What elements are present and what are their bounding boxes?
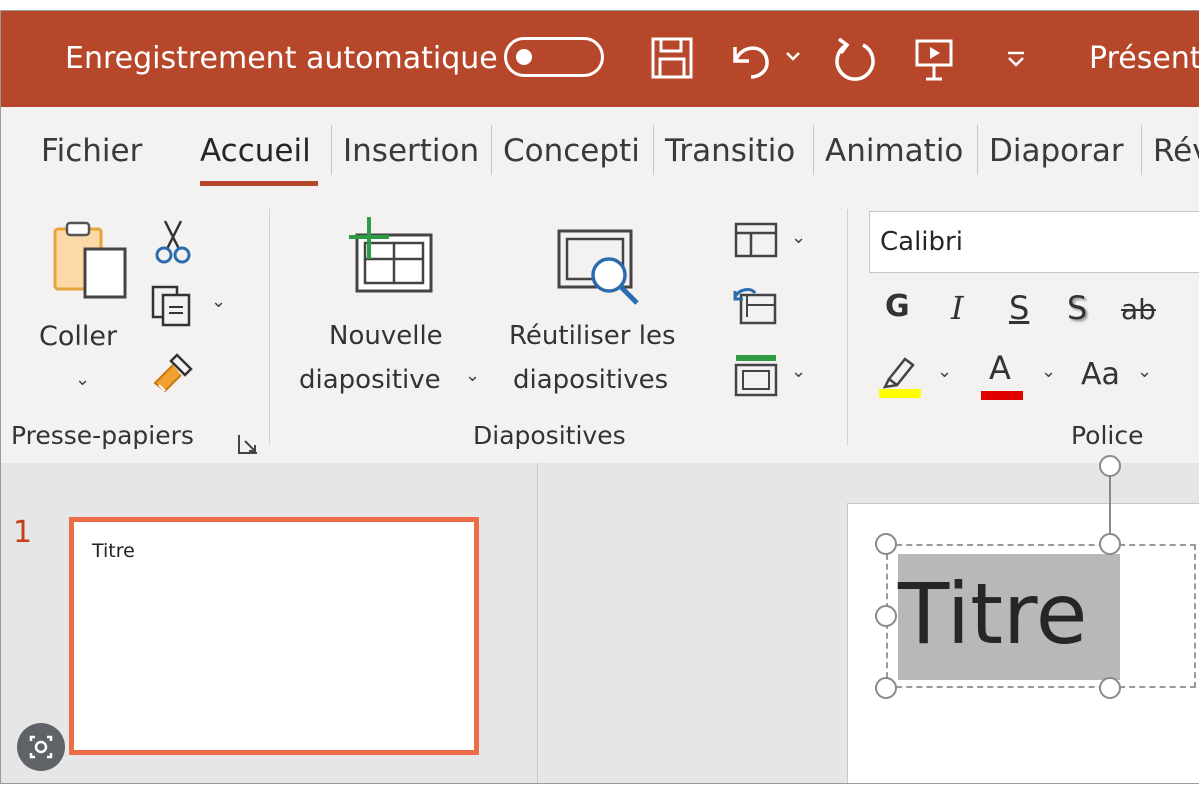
new-slide-icon[interactable] bbox=[347, 215, 437, 299]
resize-handle-bottom-left[interactable] bbox=[875, 677, 897, 699]
reuse-slides-label-line1[interactable]: Réutiliser les bbox=[509, 321, 676, 351]
reset-icon[interactable] bbox=[733, 287, 779, 331]
section-icon[interactable] bbox=[733, 353, 779, 401]
tab-animations[interactable]: Animatio bbox=[825, 133, 963, 169]
tab-diaporama[interactable]: Diaporar bbox=[989, 133, 1124, 169]
tab-fichier[interactable]: Fichier bbox=[41, 133, 142, 169]
tab-divider bbox=[653, 125, 654, 175]
shadow-button[interactable]: S bbox=[1067, 289, 1087, 327]
copy-icon[interactable] bbox=[149, 283, 195, 333]
toggle-knob bbox=[516, 49, 532, 65]
ribbon-home: Coller ⌄ ⌄ Presse-papiers Nouvelle diapo… bbox=[1, 193, 1199, 464]
dialog-launcher-icon[interactable] bbox=[237, 433, 259, 459]
undo-dropdown-icon[interactable] bbox=[785, 47, 801, 66]
autosave-state: off bbox=[537, 44, 538, 45]
tab-divider bbox=[331, 125, 332, 175]
start-from-beginning-icon[interactable] bbox=[911, 35, 957, 87]
slide-thumbnail-pane: 1 Titre bbox=[1, 463, 538, 783]
italic-button[interactable]: I bbox=[951, 289, 964, 327]
slide-title-text[interactable]: Titre bbox=[898, 565, 1087, 663]
font-color-dropdown-icon[interactable]: ⌄ bbox=[1041, 361, 1056, 382]
undo-icon[interactable] bbox=[725, 35, 775, 85]
paste-dropdown-icon[interactable]: ⌄ bbox=[75, 369, 90, 390]
paste-icon[interactable] bbox=[51, 219, 131, 305]
group-label-slides: Diapositives bbox=[473, 421, 626, 450]
redo-icon[interactable] bbox=[829, 35, 881, 91]
underline-button[interactable]: S bbox=[1009, 289, 1029, 327]
tab-insertion[interactable]: Insertion bbox=[343, 133, 479, 169]
tab-conception[interactable]: Concepti bbox=[503, 133, 640, 169]
tab-divider bbox=[1141, 125, 1142, 175]
ribbon-tabs: Fichier Accueil Insertion Concepti Trans… bbox=[1, 107, 1199, 193]
resize-handle-top-left[interactable] bbox=[875, 533, 897, 555]
format-painter-icon[interactable] bbox=[149, 349, 197, 401]
change-case-dropdown-icon[interactable]: ⌄ bbox=[1137, 361, 1152, 382]
tab-revision[interactable]: Rév bbox=[1153, 133, 1199, 169]
slide-thumbnail[interactable]: Titre bbox=[69, 517, 479, 755]
active-tab-indicator bbox=[200, 181, 318, 186]
resize-handle-bottom[interactable] bbox=[1099, 677, 1121, 699]
tab-divider bbox=[977, 125, 978, 175]
cut-icon[interactable] bbox=[153, 219, 193, 269]
highlight-icon[interactable] bbox=[877, 353, 923, 403]
font-color-swatch bbox=[981, 391, 1023, 400]
group-divider bbox=[847, 209, 848, 445]
layout-icon[interactable] bbox=[733, 221, 779, 263]
slide-number: 1 bbox=[13, 515, 33, 550]
save-icon[interactable] bbox=[649, 35, 695, 85]
lens-icon[interactable] bbox=[17, 723, 65, 771]
copy-dropdown-icon[interactable]: ⌄ bbox=[211, 291, 226, 312]
paste-label[interactable]: Coller bbox=[39, 321, 117, 352]
powerpoint-window: Enregistrement automatique off bbox=[0, 10, 1199, 784]
reuse-slides-icon[interactable] bbox=[555, 227, 645, 313]
slide-editor: Titre bbox=[538, 455, 1199, 783]
rotation-handle[interactable] bbox=[1099, 455, 1121, 477]
reuse-slides-label-line2[interactable]: diapositives bbox=[513, 365, 668, 395]
highlight-dropdown-icon[interactable]: ⌄ bbox=[937, 361, 952, 382]
title-bar: Enregistrement automatique off bbox=[1, 11, 1199, 107]
tab-divider bbox=[813, 125, 814, 175]
bold-button[interactable]: G bbox=[885, 289, 910, 324]
customize-toolbar-icon[interactable] bbox=[1005, 51, 1027, 71]
new-slide-dropdown-icon[interactable]: ⌄ bbox=[465, 365, 480, 386]
layout-dropdown-icon[interactable]: ⌄ bbox=[791, 227, 806, 248]
tab-divider bbox=[491, 125, 492, 175]
new-slide-label-line1[interactable]: Nouvelle bbox=[329, 321, 443, 351]
document-title: Présent bbox=[1089, 41, 1199, 76]
change-case-button[interactable]: Aa bbox=[1081, 357, 1120, 392]
font-name-input[interactable]: Calibri bbox=[869, 211, 1199, 273]
resize-handle-top[interactable] bbox=[1099, 533, 1121, 555]
group-divider bbox=[269, 209, 270, 445]
section-dropdown-icon[interactable]: ⌄ bbox=[791, 361, 806, 382]
strikethrough-button[interactable]: ab bbox=[1121, 293, 1156, 326]
new-slide-label-line2[interactable]: diapositive bbox=[299, 365, 441, 395]
tab-transitions[interactable]: Transitio bbox=[665, 133, 795, 169]
autosave-label: Enregistrement automatique bbox=[65, 41, 498, 76]
autosave-toggle[interactable]: off bbox=[504, 37, 604, 77]
font-color-glyph: A bbox=[989, 349, 1011, 387]
tab-accueil[interactable]: Accueil bbox=[200, 133, 311, 169]
thumbnail-title: Titre bbox=[92, 540, 135, 562]
group-label-font: Police bbox=[1071, 421, 1144, 450]
resize-handle-left[interactable] bbox=[875, 605, 897, 627]
font-name-value: Calibri bbox=[880, 227, 963, 257]
group-label-clipboard: Presse-papiers bbox=[11, 421, 194, 450]
